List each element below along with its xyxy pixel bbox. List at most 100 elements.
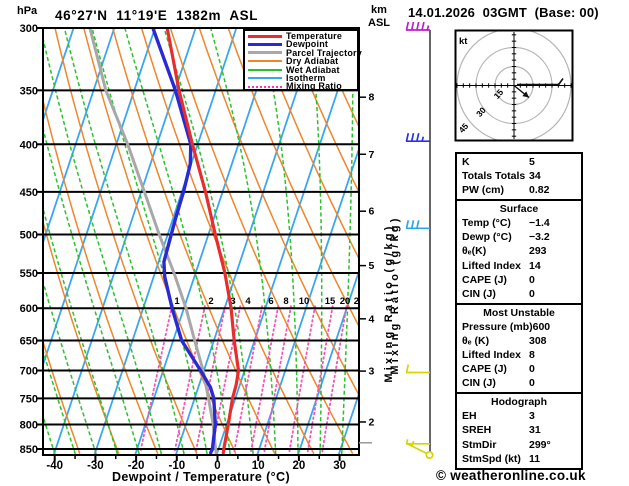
- table-section: K 5 Totals Totals 34 PW (cm) 0.82: [457, 154, 581, 199]
- chart-date: 14.01.2026 03GMT (Base: 00): [408, 5, 599, 20]
- table-section-header: Surface: [499, 203, 539, 216]
- table-row-label: CAPE (J): [462, 273, 507, 286]
- table-section-header: Most Unstable: [483, 306, 555, 319]
- table-section: Hodograph EH 3 SREH 31 StmDir 299° StmSpd (kt) 1…: [457, 392, 581, 467]
- km-tick-label: 6: [369, 206, 375, 218]
- legend-item-mixing-ratio: Mixing Ratio: [248, 81, 357, 92]
- table-row: Lifted Index 14: [462, 259, 581, 273]
- mixing-ratio-value-label: 4: [245, 296, 251, 307]
- wind-barb-half-tick: [405, 439, 409, 445]
- temp-tick-label: -40: [46, 460, 63, 472]
- table-row-label: K: [462, 156, 470, 168]
- table-row-value: 5: [529, 156, 535, 168]
- km-tick-label: 3: [369, 366, 375, 378]
- table-row: CIN (J) 0: [462, 376, 581, 390]
- wind-barb-tick: [405, 220, 410, 229]
- table-row-label: PW (cm): [462, 184, 504, 197]
- table-row-label: Pressure (mb): [462, 320, 533, 333]
- pressure-tick-label: 800: [20, 419, 38, 431]
- table-row-label: SREH: [462, 424, 492, 437]
- table-row: Totals Totals 34: [462, 169, 581, 183]
- wet-adiabat-line: [0, 24, 15, 455]
- table-row-value: 600: [532, 320, 551, 333]
- surface-wind-half-tick: [410, 440, 415, 447]
- wind-barb-tick: [405, 133, 410, 142]
- skewt-screenshot: 1 2 3 4 6 8 10 15 20 25 300 350 400 450 500 550 600 650 70…: [0, 0, 629, 486]
- table-row-value: 34: [529, 170, 541, 183]
- table-row-value: 0.82: [529, 184, 550, 197]
- table-row-label: CIN (J): [462, 287, 496, 300]
- table-row-label: Totals Totals: [462, 170, 526, 183]
- dry-adiabat-line: [43, 340, 81, 454]
- wind-barb: [405, 220, 430, 230]
- wind-barb-tick: [405, 21, 410, 31]
- x-axis-title: Dewpoint / Temperature (°C): [112, 470, 290, 484]
- pressure-tick-label: 500: [20, 229, 38, 241]
- asl-axis-unit: ASL: [368, 17, 390, 29]
- km-tick-label: 4: [369, 313, 375, 325]
- km-axis-unit: km: [371, 4, 387, 16]
- table-row-value: 0: [529, 287, 535, 300]
- wind-barb-tick: [410, 220, 415, 229]
- pressure-tick-label: 600: [20, 303, 38, 315]
- table-row: θₑ (K) 308: [462, 334, 581, 348]
- mixing-ratio-value-label: 2: [208, 296, 213, 307]
- dry-adiabat-line: [256, 27, 359, 260]
- surface-wind-shaft: [407, 443, 428, 455]
- table-row-value: −3.2: [529, 231, 550, 244]
- indices-table: K 5 Totals Totals 34 PW (cm) 0.82 Surface Temp …: [455, 152, 583, 470]
- table-row: CAPE (J) 0: [462, 362, 581, 376]
- wet-adiabat-line-swatch: [248, 68, 282, 71]
- table-row-value: 14: [529, 259, 541, 272]
- table-row-value: 308: [529, 334, 547, 347]
- table-row-value: 293: [529, 245, 547, 258]
- table-row: StmDir 299°: [462, 438, 581, 452]
- table-row-label: Lifted Index: [462, 349, 521, 362]
- table-row-value: 31: [529, 424, 541, 437]
- isotherm-line-swatch: [248, 77, 282, 80]
- pressure-tick-label: 400: [20, 139, 38, 151]
- wind-barb-tick: [410, 133, 415, 142]
- temp-tick-label: 30: [333, 460, 346, 472]
- plot-frame: [42, 27, 360, 456]
- wind-barb-tick: [410, 21, 415, 31]
- km-tick-label: 8: [369, 92, 375, 104]
- table-row-value: 8: [529, 349, 535, 362]
- table-row-value: −1.4: [529, 217, 550, 230]
- mixing-ratio-line-swatch: [248, 85, 282, 88]
- table-row: SREH 31: [462, 423, 581, 437]
- mixing-ratio-value-label: 6: [268, 296, 273, 307]
- table-row: CAPE (J) 0: [462, 273, 581, 287]
- hodograph-area: 15 3045: [456, 31, 572, 140]
- table-row: Dewp (°C) −3.2: [462, 230, 581, 244]
- wind-barb: [405, 133, 430, 143]
- wind-barb-half-tick: [421, 136, 425, 142]
- table-row: θₑ(K) 293: [462, 244, 581, 258]
- table-row-value: 299°: [529, 438, 551, 451]
- mixing-ratio-axis-label: Mixing Ratio (g/kg): [383, 223, 395, 382]
- dry-adiabat-line: [111, 27, 276, 455]
- mixing-ratio-value-label: 20: [340, 296, 351, 307]
- wind-barb: [405, 364, 430, 374]
- km-tick-label: 7: [369, 149, 375, 161]
- legend-label: Mixing Ratio: [286, 81, 342, 92]
- hodograph-ring-label: 30: [474, 105, 488, 119]
- pressure-tick-label: 650: [20, 336, 38, 348]
- dry-adiabat-line: [43, 99, 159, 454]
- table-row-label: StmSpd (kt): [462, 452, 521, 465]
- table-row: CIN (J) 0: [462, 287, 581, 301]
- hodograph-unit-label: kt: [459, 36, 468, 47]
- table-row: EH 3: [462, 409, 581, 423]
- table-row: Pressure (mb)600: [462, 320, 581, 334]
- wind-barb-half-tick: [426, 25, 430, 31]
- km-tick-label: 2: [369, 416, 375, 428]
- table-row: PW (cm) 0.82: [462, 183, 581, 197]
- table-row: Lifted Index 8: [462, 348, 581, 362]
- table-row: Temp (°C) −1.4: [462, 216, 581, 230]
- table-row-label: CAPE (J): [462, 363, 507, 376]
- isotherm-line: [215, 27, 359, 456]
- pressure-tick-label: 750: [20, 393, 38, 405]
- hodograph-ring-label: 15: [492, 87, 506, 101]
- wind-barb-tick: [416, 220, 420, 229]
- legend-box: Temperature Dewpoint Parcel Trajectory D…: [243, 29, 362, 92]
